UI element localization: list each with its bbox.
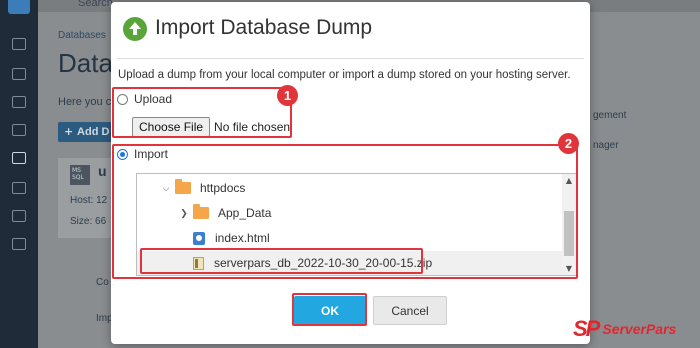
db-name[interactable]: u: [98, 163, 107, 179]
upload-highlight: [112, 87, 292, 138]
ok-highlight: [292, 293, 367, 326]
zip-file-highlight: [140, 248, 423, 274]
intro-text: Here you c: [58, 96, 112, 108]
serverpars-name: ServerPars: [602, 321, 677, 337]
box-icon[interactable]: [12, 238, 26, 250]
right-text-2[interactable]: nager: [593, 140, 619, 151]
header-divider: [117, 58, 584, 59]
user-icon[interactable]: [12, 210, 26, 222]
dialog-title: Import Database Dump: [155, 16, 373, 39]
chart-icon[interactable]: [12, 182, 26, 194]
dialog-description: Upload a dump from your local computer o…: [118, 69, 571, 81]
serverpars-watermark: SP ServerPars: [573, 316, 676, 342]
plesk-logo-icon: [8, 0, 30, 14]
background-row-1[interactable]: Co: [96, 277, 109, 288]
serverpars-logo: SP: [573, 316, 600, 341]
upload-icon: [123, 17, 147, 41]
search-text[interactable]: Search: [78, 0, 113, 9]
step-badge-1: 1: [277, 85, 298, 106]
right-text-1[interactable]: gement: [593, 110, 626, 121]
page-title: Data: [58, 48, 113, 78]
gear-icon[interactable]: [12, 96, 26, 108]
monitor-icon[interactable]: [12, 38, 26, 50]
mail-icon[interactable]: [12, 68, 26, 80]
dialog-header: Import Database Dump: [111, 2, 590, 57]
left-navigation: [0, 0, 38, 348]
step-badge-2: 2: [558, 133, 579, 154]
add-database-label: Add D: [77, 126, 110, 138]
folder-icon[interactable]: [12, 124, 26, 136]
host-label: Host: 12: [70, 195, 108, 206]
add-database-button[interactable]: + Add D: [58, 122, 118, 142]
breadcrumb[interactable]: Databases: [58, 30, 106, 41]
db-type-badge: MS SQL: [70, 165, 90, 185]
database-icon[interactable]: [12, 152, 26, 164]
cancel-button[interactable]: Cancel: [373, 296, 447, 325]
size-label: Size: 66: [70, 216, 107, 227]
